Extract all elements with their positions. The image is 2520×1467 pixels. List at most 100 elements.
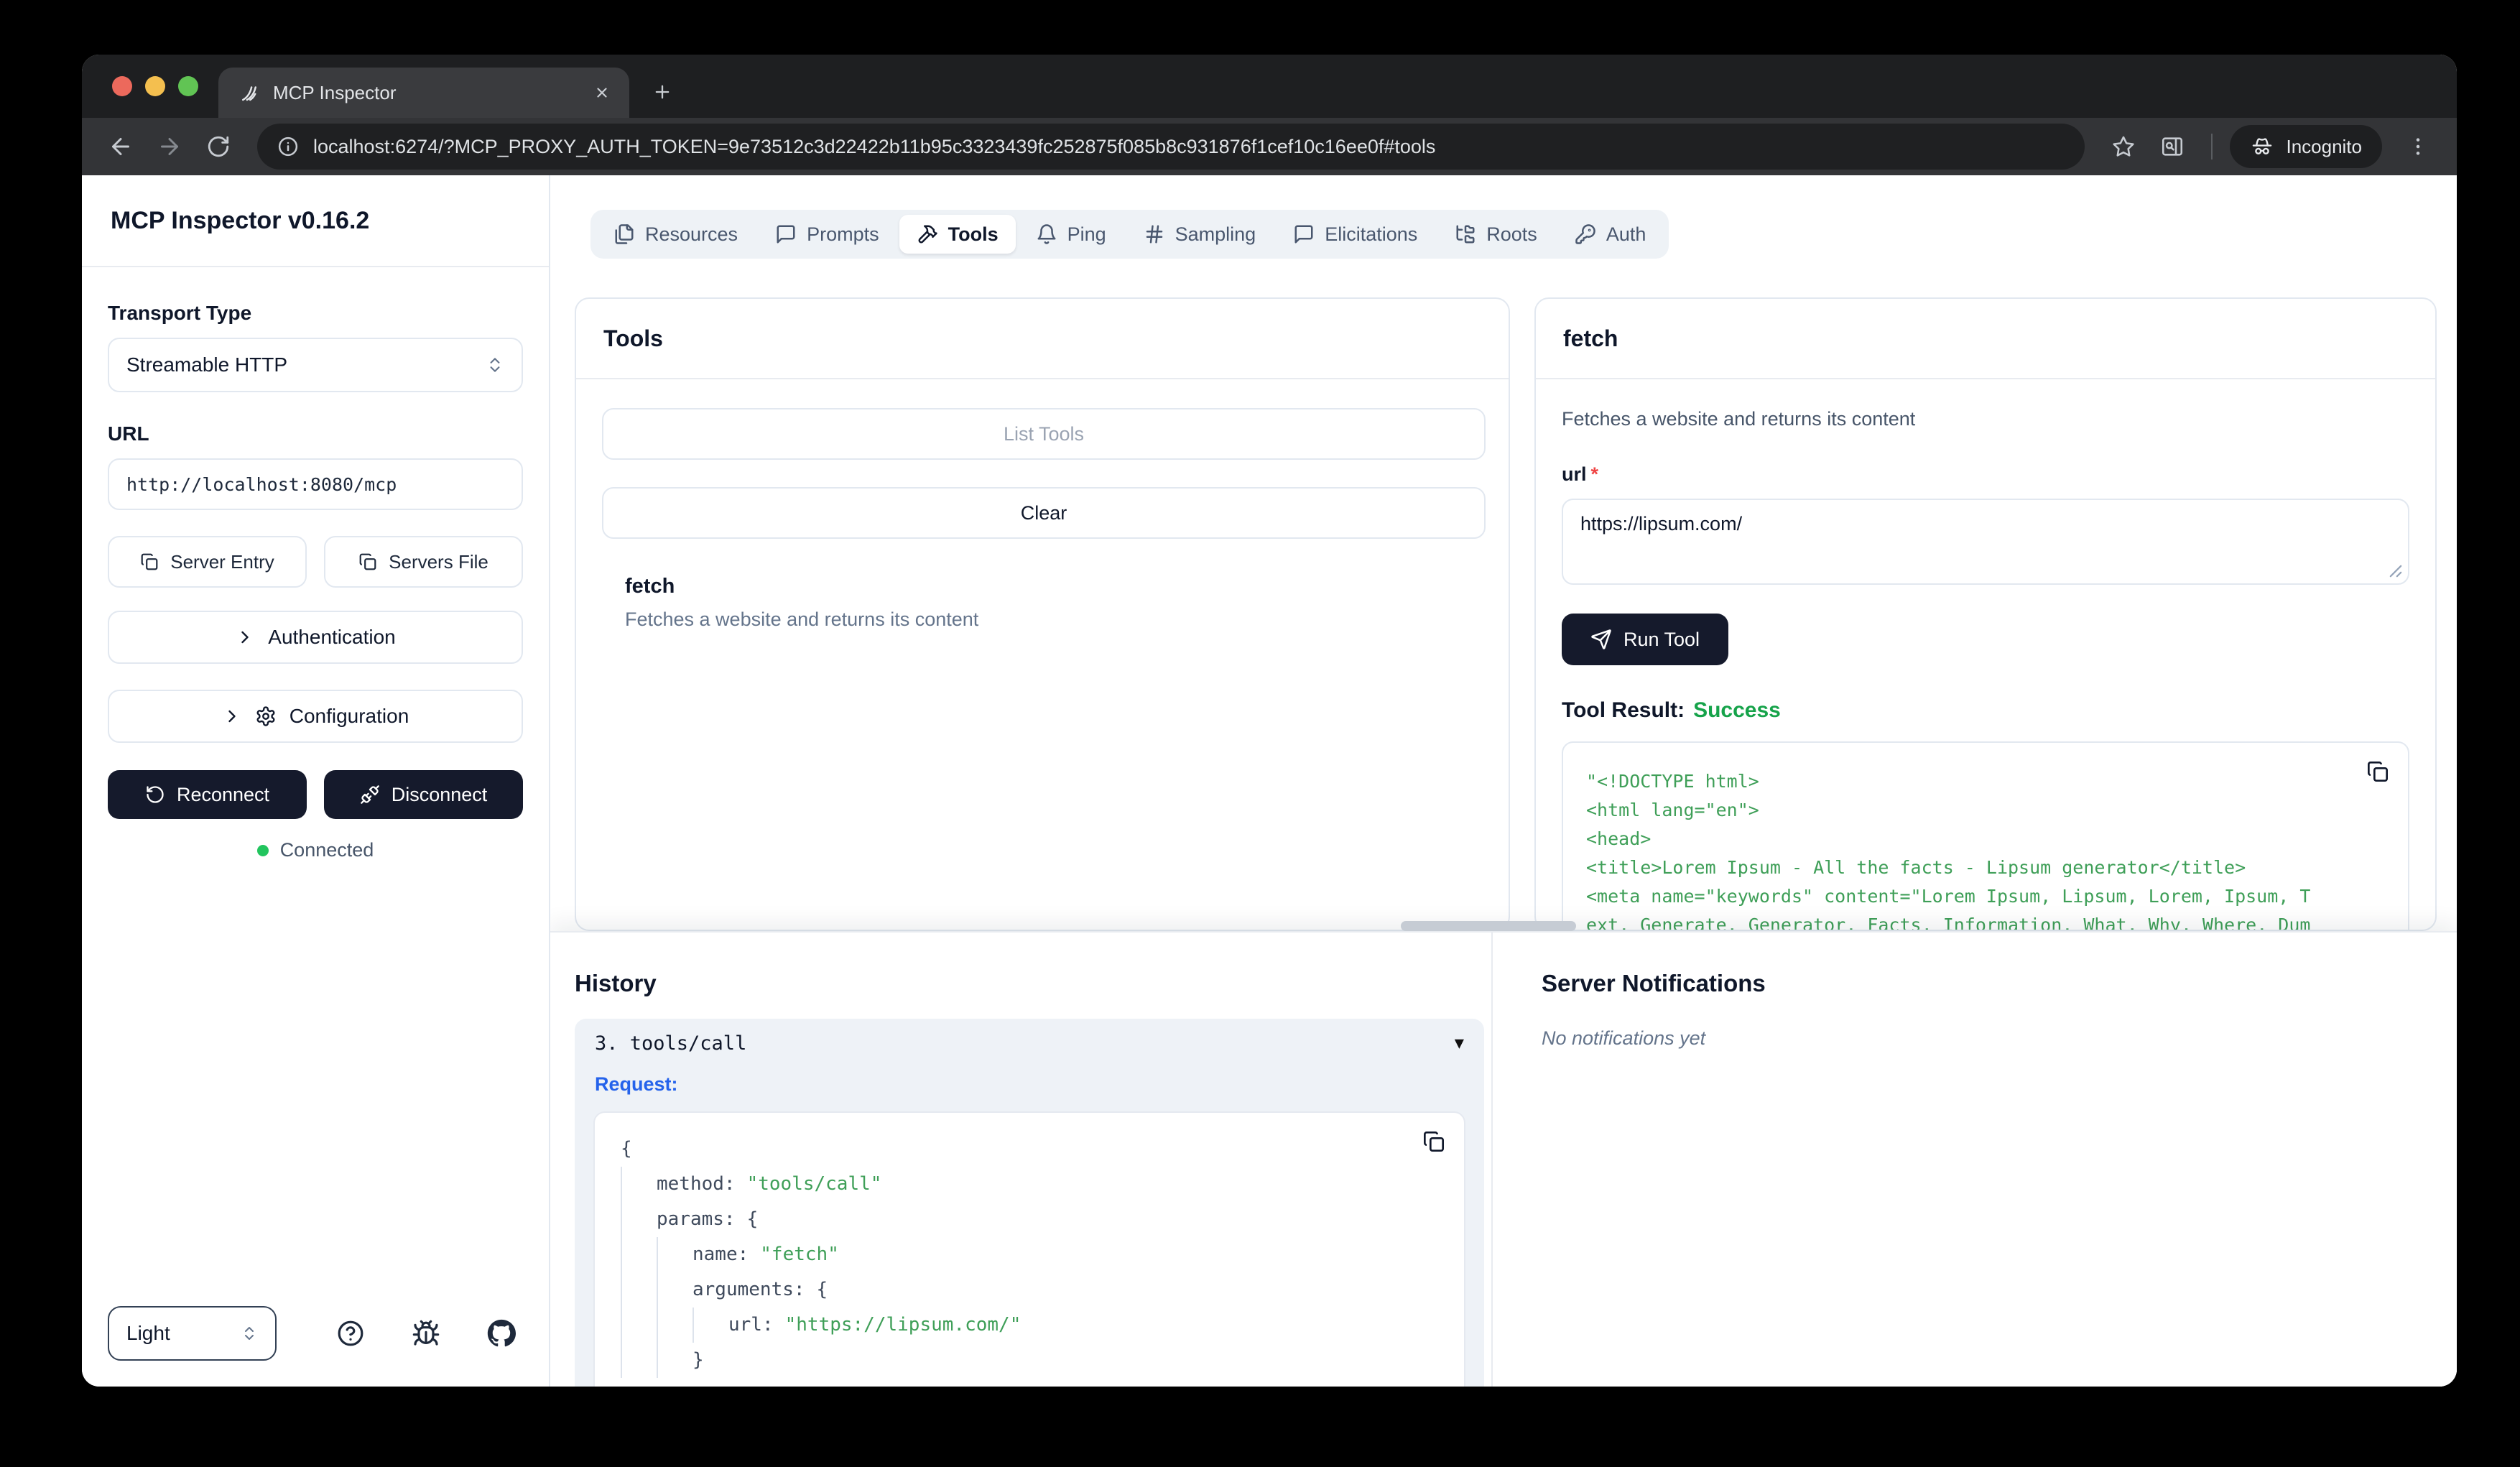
authentication-label: Authentication: [268, 626, 395, 649]
disconnect-label: Disconnect: [392, 784, 488, 806]
transport-type-value: Streamable HTTP: [126, 353, 287, 376]
tab-tools[interactable]: Tools: [899, 215, 1016, 254]
url-text: localhost:6274/?MCP_PROXY_AUTH_TOKEN=9e7…: [313, 136, 1435, 158]
horizontal-scrollbar[interactable]: [1401, 921, 1576, 931]
toolbar-divider: [2211, 134, 2213, 159]
server-notifications-pane: Server Notifications No notifications ye…: [1493, 933, 2457, 1387]
tool-result-label: Tool Result:: [1562, 698, 1685, 722]
back-icon[interactable]: [99, 125, 142, 168]
json-row: {: [615, 1132, 1444, 1167]
gear-icon: [255, 705, 277, 727]
status-dot: [257, 845, 269, 856]
collapse-caret-icon[interactable]: ▼: [1455, 1035, 1464, 1052]
history-pane: History 3. tools/call ▼ Request:: [550, 933, 1491, 1387]
tool-detail-description: Fetches a website and returns its conten…: [1562, 408, 2409, 430]
tab-title: MCP Inspector: [273, 82, 576, 104]
browser-tabstrip: MCP Inspector: [82, 55, 2457, 118]
tool-detail-title: fetch: [1536, 299, 2435, 379]
copy-icon: [358, 552, 377, 571]
new-tab-button[interactable]: [641, 70, 684, 114]
github-icon[interactable]: [479, 1309, 523, 1358]
screenshot-stage: MCP Inspector: [0, 0, 2520, 1467]
folder-tree-icon: [1455, 223, 1476, 245]
tab-close-icon[interactable]: [589, 80, 615, 106]
configuration-label: Configuration: [289, 705, 409, 728]
clear-button[interactable]: Clear: [602, 487, 1486, 539]
tab-ping[interactable]: Ping: [1019, 215, 1124, 254]
theme-value: Light: [126, 1322, 170, 1345]
bookmark-star-icon[interactable]: [2102, 125, 2145, 168]
help-icon[interactable]: [328, 1309, 372, 1358]
server-entry-button[interactable]: Server Entry: [108, 536, 307, 588]
history-entry-header[interactable]: 3. tools/call ▼: [575, 1019, 1484, 1068]
history-entry-label: 3. tools/call: [595, 1032, 746, 1055]
tool-result-row: Tool Result: Success: [1562, 698, 2409, 723]
message-square-icon: [775, 223, 797, 245]
bell-icon: [1036, 223, 1057, 245]
servers-file-button[interactable]: Servers File: [324, 536, 523, 588]
tab-label: Sampling: [1175, 223, 1256, 246]
url-param-input[interactable]: https://lipsum.com/: [1562, 499, 2409, 585]
copy-icon[interactable]: [2366, 760, 2389, 783]
tab-label: Prompts: [807, 223, 879, 246]
tab-elicitations[interactable]: Elicitations: [1276, 215, 1435, 254]
disconnect-button[interactable]: Disconnect: [324, 770, 523, 819]
address-bar[interactable]: localhost:6274/?MCP_PROXY_AUTH_TOKEN=9e7…: [257, 124, 2085, 170]
reconnect-button[interactable]: Reconnect: [108, 770, 307, 819]
tab-prompts[interactable]: Prompts: [758, 215, 897, 254]
forward-icon[interactable]: [148, 125, 191, 168]
status-label: Connected: [280, 839, 374, 861]
connection-status: Connected: [108, 839, 523, 861]
theme-select[interactable]: Light: [108, 1306, 277, 1361]
result-line: <head>: [1586, 825, 2385, 853]
run-tool-button[interactable]: Run Tool: [1562, 614, 1728, 665]
resize-handle-icon[interactable]: [2389, 565, 2402, 578]
minimize-window-button[interactable]: [145, 76, 165, 96]
transport-type-label: Transport Type: [108, 302, 523, 325]
tool-list-item[interactable]: fetch Fetches a website and returns its …: [625, 575, 1483, 631]
tab-sampling[interactable]: Sampling: [1126, 215, 1274, 254]
reload-icon[interactable]: [197, 125, 240, 168]
tab-label: Ping: [1067, 223, 1106, 246]
authentication-toggle[interactable]: Authentication: [108, 611, 523, 664]
tool-description: Fetches a website and returns its conten…: [625, 608, 1483, 631]
chevron-right-icon: [235, 627, 255, 647]
json-row: }: [615, 1343, 1444, 1378]
list-tools-button[interactable]: List Tools: [602, 408, 1486, 460]
mcp-inspector-app: MCP Inspector v0.16.2 Transport Type Str…: [82, 175, 2457, 1387]
tools-list-panel: Tools List Tools Clear fetch Fetches a w…: [575, 297, 1510, 931]
side-panel-search-icon[interactable]: [2151, 125, 2194, 168]
chevron-up-down-icon: [241, 1325, 258, 1342]
tool-result-status: Success: [1693, 698, 1781, 722]
run-tool-label: Run Tool: [1623, 629, 1700, 651]
servers-file-label: Servers File: [389, 551, 488, 573]
copy-icon[interactable]: [1422, 1130, 1445, 1153]
request-label: Request:: [575, 1068, 1484, 1096]
result-line: "<!DOCTYPE html>: [1586, 767, 2385, 796]
configuration-toggle[interactable]: Configuration: [108, 690, 523, 743]
browser-toolbar: localhost:6274/?MCP_PROXY_AUTH_TOKEN=9e7…: [82, 118, 2457, 175]
transport-type-select[interactable]: Streamable HTTP: [108, 338, 523, 392]
zoom-window-button[interactable]: [178, 76, 198, 96]
reconnect-label: Reconnect: [177, 784, 269, 806]
chevron-right-icon: [222, 706, 242, 726]
close-window-button[interactable]: [112, 76, 132, 96]
no-notifications-message: No notifications yet: [1542, 1027, 2457, 1050]
json-row: url:"https://lipsum.com/": [615, 1308, 1444, 1343]
server-url-input[interactable]: [108, 458, 523, 510]
tab-roots[interactable]: Roots: [1437, 215, 1555, 254]
tab-resources[interactable]: Resources: [596, 215, 755, 254]
server-entry-label: Server Entry: [170, 551, 274, 573]
site-info-icon[interactable]: [277, 136, 299, 157]
feature-tabs: Resources Prompts Tools Ping: [590, 210, 1669, 259]
json-row: method:"tools/call": [615, 1167, 1444, 1202]
history-entry: 3. tools/call ▼ Request: { method:"tools…: [575, 1019, 1484, 1387]
result-line: <title>Lorem Ipsum - All the facts - Lip…: [1586, 853, 2385, 882]
bug-icon[interactable]: [404, 1309, 448, 1358]
url-param-value: https://lipsum.com/: [1580, 513, 1742, 534]
json-row: name:"fetch": [615, 1237, 1444, 1272]
browser-menu-icon[interactable]: [2396, 125, 2440, 168]
incognito-badge: Incognito: [2230, 125, 2382, 168]
tab-auth[interactable]: Auth: [1557, 215, 1664, 254]
browser-tab[interactable]: MCP Inspector: [218, 68, 629, 118]
